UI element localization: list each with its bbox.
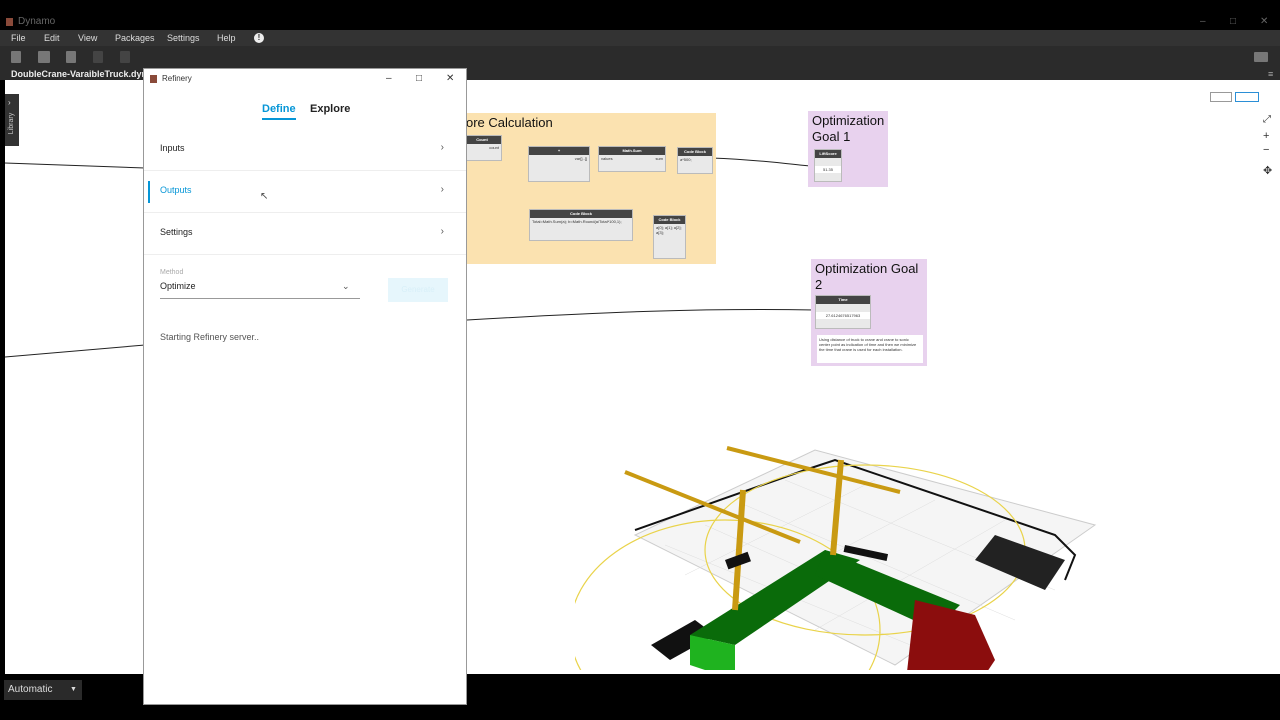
tab-menu-icon[interactable]: ≡ [1268, 68, 1273, 80]
zoom-out-icon[interactable]: − [1263, 144, 1269, 156]
wire [710, 157, 812, 167]
method-select[interactable]: Optimize ⌄ [160, 281, 360, 299]
chevron-down-icon: ⌄ [342, 281, 350, 291]
wire [466, 308, 816, 321]
maximize-icon[interactable]: □ [416, 69, 422, 89]
library-expand-icon: › [8, 98, 11, 107]
3d-view-toggle-icon[interactable] [1210, 92, 1232, 102]
node-time[interactable]: Time 27.6124676517963 [815, 295, 871, 329]
node-port: count [489, 145, 499, 150]
node-value: 27.6124676517963 [816, 312, 870, 319]
pan-icon[interactable]: ✥ [1263, 164, 1272, 177]
file-tab[interactable]: DoubleCrane-VaraibleTruck.dyn* [11, 68, 151, 80]
undo-icon[interactable] [93, 51, 103, 63]
menu-help[interactable]: Help [217, 30, 236, 46]
node-input-port: values [601, 156, 613, 161]
save-icon[interactable] [66, 51, 76, 63]
group-score-calculation[interactable]: ore Calculation Count count + var[]..[] … [462, 113, 716, 264]
chevron-right-icon: › [440, 226, 444, 237]
zoom-in-icon[interactable]: + [1263, 130, 1269, 142]
library-tab[interactable]: › Library [5, 94, 19, 146]
open-file-icon[interactable] [38, 51, 50, 63]
note-text: Using distance of truck to crane and cra… [817, 335, 923, 363]
node-liftscore[interactable]: LiftScore 51.35 [814, 149, 842, 182]
group-optimization-goal-1[interactable]: Optimization Goal 1 LiftScore 51.35 [808, 111, 888, 187]
chevron-down-icon: ▼ [70, 686, 77, 693]
row-label: Settings [160, 227, 193, 237]
menu-bar: File Edit View Packages Settings Help ! [0, 30, 1280, 46]
tab-define[interactable]: Define [262, 103, 296, 120]
menu-view[interactable]: View [78, 30, 97, 46]
node-body: a[0]; a[1]; a[2]; a[3]; [656, 225, 682, 235]
node-title: Count [463, 136, 501, 144]
node-title: + [529, 147, 589, 155]
dynamo-window-title: Dynamo [18, 16, 56, 27]
group-optimization-goal-2[interactable]: Optimization Goal 2 Time 27.612467651796… [811, 259, 927, 366]
row-label: Outputs [160, 185, 192, 195]
group-title: Optimization Goal 1 [812, 113, 885, 144]
minimize-icon[interactable]: – [1200, 14, 1206, 30]
node-title: Time [816, 296, 870, 304]
row-label: Inputs [160, 143, 185, 153]
node-code-block-1[interactable]: Code Block a*500; [677, 147, 713, 174]
row-inputs[interactable]: Inputs › [144, 129, 466, 171]
menu-settings[interactable]: Settings [167, 30, 200, 46]
method-value: Optimize [160, 281, 196, 291]
node-plus[interactable]: + var[]..[] [528, 146, 590, 182]
node-title: Code Block [654, 216, 685, 224]
node-math-sum[interactable]: Math.Sum values sum [598, 146, 666, 172]
close-icon[interactable]: ✕ [1260, 14, 1268, 30]
maximize-icon[interactable]: □ [1230, 14, 1236, 30]
row-outputs[interactable]: Outputs › ↖ [144, 171, 466, 213]
node-body: var[]..[] [574, 156, 587, 161]
minimize-icon[interactable]: – [386, 69, 392, 89]
refinery-window: Refinery – □ ✕ Define Explore Inputs › O… [143, 68, 467, 705]
group-title: ore Calculation [466, 115, 553, 130]
chevron-right-icon: › [440, 184, 444, 195]
toolbar [0, 46, 1280, 68]
graph-view-toggle-icon[interactable] [1235, 92, 1259, 102]
library-label: Library [8, 112, 16, 135]
run-mode-value: Automatic [8, 684, 53, 695]
generate-button[interactable]: Generate [388, 278, 448, 302]
wire [5, 162, 146, 169]
dynamo-title-bar: Dynamo – □ ✕ [0, 14, 1280, 30]
wire [5, 344, 146, 358]
node-code-block-2[interactable]: Code Block Total=Math.Sum(a); b=Math.Rou… [529, 209, 633, 241]
node-output-port: sum [655, 156, 663, 161]
zoom-fit-icon[interactable]: ⤢ [1263, 114, 1271, 125]
notification-icon[interactable]: ! [254, 33, 264, 43]
close-icon[interactable]: ✕ [446, 69, 454, 89]
selection-indicator [148, 181, 150, 203]
run-mode-select[interactable]: Automatic ▼ [4, 680, 82, 700]
refinery-title-bar: Refinery – □ ✕ [144, 69, 466, 89]
row-settings[interactable]: Settings › [144, 213, 466, 255]
mouse-cursor-icon: ↖ [260, 191, 269, 202]
tab-explore[interactable]: Explore [310, 103, 350, 115]
node-title: Code Block [530, 210, 632, 218]
refinery-window-title: Refinery [162, 74, 192, 83]
3d-preview-model [575, 446, 1097, 670]
camera-icon[interactable] [1254, 52, 1268, 62]
new-file-icon[interactable] [11, 51, 21, 63]
refinery-logo-icon [150, 75, 157, 83]
dynamo-logo-icon [6, 18, 13, 26]
node-code-block-3[interactable]: Code Block a[0]; a[1]; a[2]; a[3]; [653, 215, 686, 259]
node-count[interactable]: Count count [462, 135, 502, 161]
node-body: a*500; [680, 157, 692, 162]
menu-file[interactable]: File [11, 30, 26, 46]
chevron-right-icon: › [440, 142, 444, 153]
node-title: Code Block [678, 148, 712, 156]
node-title: Math.Sum [599, 147, 665, 155]
method-label: Method [160, 269, 184, 276]
menu-packages[interactable]: Packages [115, 30, 155, 46]
redo-icon[interactable] [120, 51, 130, 63]
status-text: Starting Refinery server.. [160, 332, 260, 342]
node-body: Total=Math.Sum(a); b=Math.Round(a/Total*… [532, 219, 622, 224]
group-title: Optimization Goal 2 [815, 261, 919, 292]
menu-edit[interactable]: Edit [44, 30, 60, 46]
node-title: LiftScore [815, 150, 841, 158]
node-value: 51.35 [815, 166, 841, 173]
